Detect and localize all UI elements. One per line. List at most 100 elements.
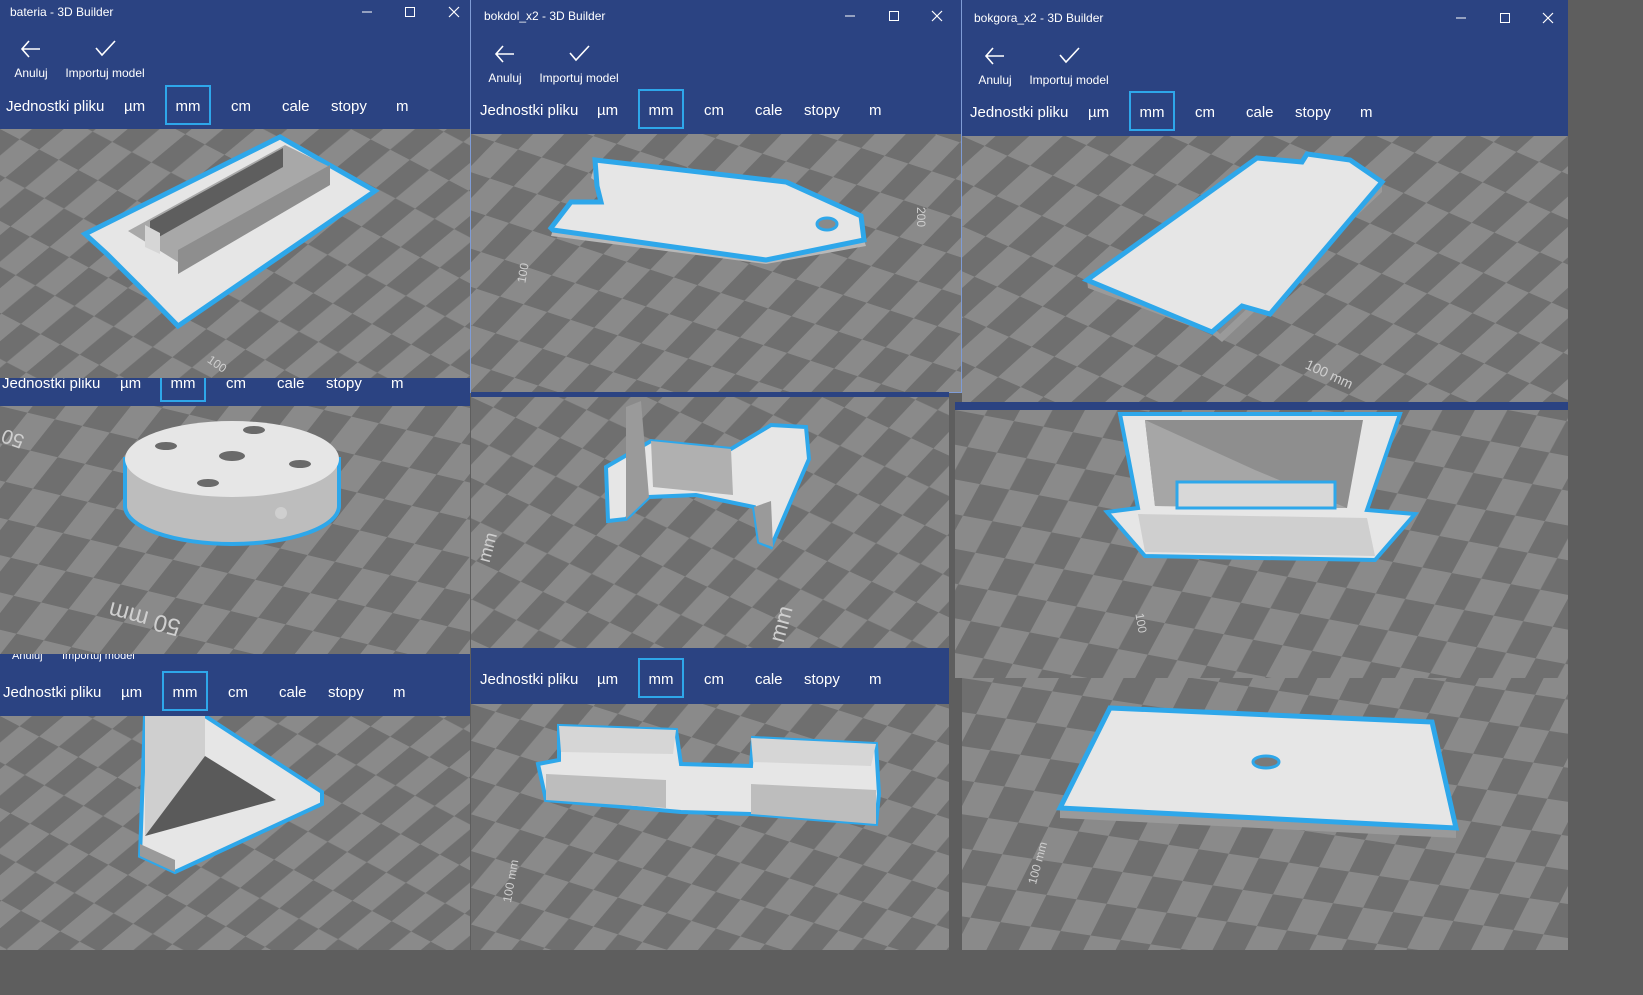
command-bar: Anuluj Importuj model [471, 43, 961, 85]
maximize-icon[interactable] [387, 0, 433, 24]
unit-mm-selected[interactable]: mm [638, 89, 684, 129]
viewport-canvas [471, 134, 961, 392]
command-bar: Anuluj Importuj model [962, 45, 1568, 87]
cancel-label[interactable]: Anuluj [12, 654, 43, 662]
viewport-3d[interactable]: 100 mm [962, 136, 1568, 402]
units-label: Jednostki pliku [6, 98, 105, 115]
minimize-icon[interactable] [1438, 6, 1484, 30]
viewport-canvas [955, 410, 1568, 678]
unit-um[interactable]: µm [120, 378, 141, 406]
import-label: Importuj model [65, 66, 145, 80]
units-label: Jednostki pliku [2, 378, 101, 392]
viewport-canvas [0, 406, 470, 654]
file-units-bar: Jednostki pliku µm mm cm cale stopy m [471, 658, 949, 704]
window-title: bateria - 3D Builder [10, 5, 114, 19]
import-label: Importuj model [539, 71, 619, 85]
viewport-3d[interactable]: 100 [955, 410, 1568, 678]
unit-stopy[interactable]: stopy [328, 671, 364, 715]
viewport-canvas [962, 136, 1568, 402]
unit-cm[interactable]: cm [228, 671, 248, 715]
unit-m[interactable]: m [391, 378, 404, 406]
minimize-icon[interactable] [827, 4, 873, 28]
flat-plate-model[interactable] [1056, 705, 1460, 838]
window-round-model: Jednostki pliku µm mm cm cale stopy m 50… [0, 378, 470, 654]
close-icon[interactable] [914, 4, 960, 28]
unit-cm[interactable]: cm [704, 658, 724, 702]
unit-stopy[interactable]: stopy [326, 378, 362, 406]
unit-um[interactable]: µm [597, 658, 618, 702]
unit-mm-selected[interactable]: mm [162, 671, 208, 711]
close-icon[interactable] [431, 0, 470, 24]
viewport-canvas [962, 678, 1568, 950]
unit-cm[interactable]: cm [704, 89, 724, 133]
import-model-button[interactable]: Importuj model [534, 43, 624, 85]
maximize-icon[interactable] [871, 4, 917, 28]
unit-stopy[interactable]: stopy [804, 658, 840, 702]
unit-um[interactable]: µm [597, 89, 618, 133]
viewport-canvas [471, 397, 949, 648]
minimize-icon[interactable] [344, 0, 390, 24]
close-icon[interactable] [1525, 6, 1568, 30]
box-model[interactable] [1103, 412, 1420, 563]
import-model-button[interactable]: Importuj model [60, 38, 150, 80]
unit-cm[interactable]: cm [231, 85, 251, 129]
window-bateria: bateria - 3D Builder Anuluj Importuj mod… [0, 0, 470, 378]
unit-m[interactable]: m [869, 658, 882, 702]
viewport-3d[interactable] [0, 716, 470, 950]
scale-label-right: 200 [914, 206, 929, 228]
viewport-3d[interactable]: 50 mm 50 [0, 406, 470, 654]
round-disc-model[interactable] [123, 421, 341, 546]
viewport-3d[interactable]: 100 mm [962, 678, 1568, 950]
unit-mm-selected[interactable]: mm [160, 378, 206, 402]
unit-cm[interactable]: cm [226, 378, 246, 406]
units-label: Jednostki pliku [480, 671, 579, 688]
unit-um[interactable]: µm [121, 671, 142, 715]
maximize-icon[interactable] [1482, 6, 1528, 30]
file-units-bar: Jednostki pliku µm mm cm cale stopy m [962, 91, 1568, 137]
window-box-model: 100 [955, 402, 1568, 678]
unit-um[interactable]: µm [1088, 91, 1109, 135]
window-title: bokgora_x2 - 3D Builder [974, 11, 1104, 25]
unit-m[interactable]: m [396, 85, 409, 129]
file-units-bar: Jednostki pliku µm mm cm cale stopy m [471, 89, 961, 135]
viewport-3d[interactable]: 100 [0, 129, 470, 378]
file-units-bar: Jednostki pliku µm mm cm cale stopy m [0, 85, 470, 131]
unit-stopy[interactable]: stopy [804, 89, 840, 133]
units-label: Jednostki pliku [480, 102, 579, 119]
window-channel-model: Jednostki pliku µm mm cm cale stopy m 10… [471, 648, 949, 950]
title-bar: bokgora_x2 - 3D Builder [962, 6, 1568, 30]
file-units-bar: Jednostki pliku µm mm cm cale stopy m [0, 671, 470, 717]
viewport-3d[interactable]: 100 200 [471, 134, 961, 392]
unit-cale[interactable]: cale [277, 378, 305, 406]
import-model-button[interactable]: Importuj model [1024, 45, 1114, 87]
unit-cm[interactable]: cm [1195, 91, 1215, 135]
viewport-3d[interactable]: 100 mm [471, 704, 949, 950]
window-bokdol: bokdol_x2 - 3D Builder Anuluj Importuj m… [470, 0, 962, 393]
window-triangle-model: Anuluj Importuj model Jednostki pliku µm… [0, 654, 470, 950]
unit-um[interactable]: µm [124, 85, 145, 129]
unit-cale[interactable]: cale [755, 658, 783, 702]
import-label[interactable]: Importuj model [62, 654, 135, 662]
units-label: Jednostki pliku [3, 684, 102, 701]
unit-m[interactable]: m [869, 89, 882, 133]
unit-stopy[interactable]: stopy [331, 85, 367, 129]
unit-cale[interactable]: cale [1246, 91, 1274, 135]
window-h-model: mm mm [471, 392, 949, 648]
unit-cale[interactable]: cale [279, 671, 307, 715]
unit-stopy[interactable]: stopy [1295, 91, 1331, 135]
title-bar: bateria - 3D Builder [0, 0, 470, 24]
checkmark-icon [569, 45, 590, 62]
window-plate-model: 100 mm [962, 678, 1568, 950]
viewport-3d[interactable]: mm mm [471, 397, 949, 648]
title-bar: bokdol_x2 - 3D Builder [471, 4, 961, 28]
command-bar: Anuluj Importuj model [0, 654, 470, 664]
checkmark-icon [95, 40, 116, 57]
unit-mm-selected[interactable]: mm [165, 85, 211, 125]
unit-m[interactable]: m [393, 671, 406, 715]
unit-m[interactable]: m [1360, 91, 1373, 135]
unit-mm-selected[interactable]: mm [1129, 91, 1175, 131]
command-bar: Anuluj Importuj model [0, 38, 470, 80]
unit-cale[interactable]: cale [755, 89, 783, 133]
unit-mm-selected[interactable]: mm [638, 658, 684, 698]
unit-cale[interactable]: cale [282, 85, 310, 129]
